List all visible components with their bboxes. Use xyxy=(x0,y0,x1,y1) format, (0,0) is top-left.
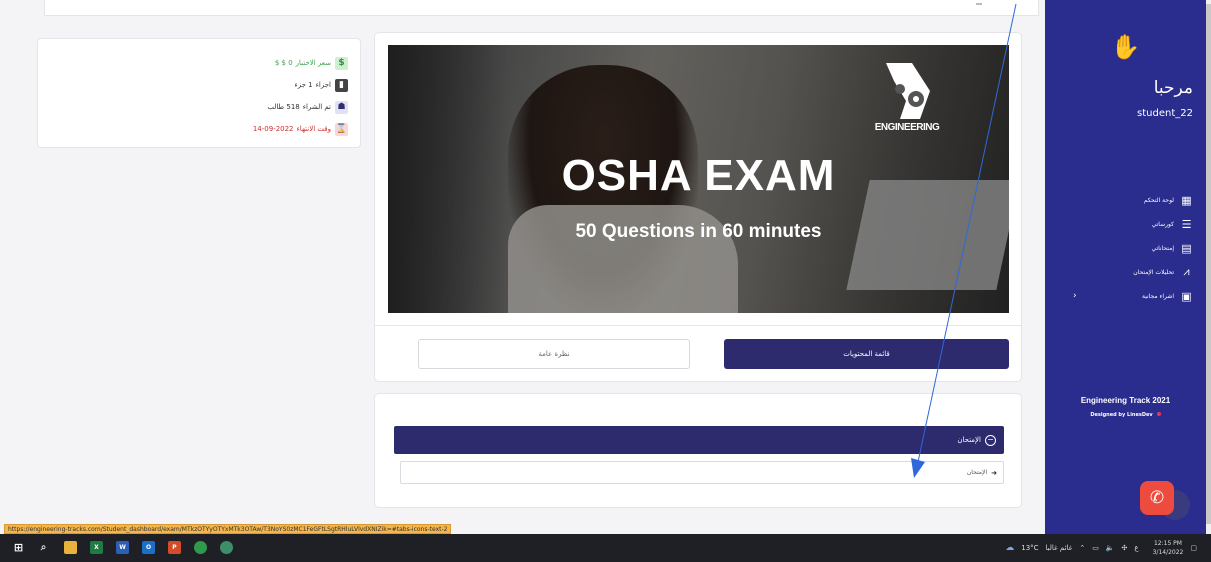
exam-banner: ENGINEERING OSHA EXAM 50 Questions in 60… xyxy=(388,45,1009,313)
powerpoint-icon[interactable]: P xyxy=(168,541,181,554)
exam-media-card: ENGINEERING OSHA EXAM 50 Questions in 60… xyxy=(374,32,1022,382)
tab-contents[interactable]: قائمة المحتويات xyxy=(724,339,1009,369)
clock[interactable]: 12:15 PM 3/14/2022 xyxy=(1146,539,1184,557)
exam-item-link[interactable]: ➜ الإمتحان xyxy=(400,461,1004,484)
buyers-value: 518 طالب xyxy=(267,103,300,111)
price-label: سعر الاختبار xyxy=(295,59,331,67)
sidebar-item-free-purchases[interactable]: ▣ اشراء مجانية ‹ xyxy=(1073,284,1193,308)
exam-accordion-card: − الإمتحان ➜ الإمتحان xyxy=(374,393,1022,508)
collapse-minus-icon[interactable]: − xyxy=(985,434,996,446)
tab-overview[interactable]: نظرة عامة xyxy=(418,339,690,369)
info-end-row: ⌛ وقت الانتهاء 14-09-2022 xyxy=(50,118,348,140)
chevron-up-icon[interactable]: ⌃ xyxy=(1079,544,1085,552)
support-call-button[interactable]: ✆ xyxy=(1140,481,1174,515)
sidebar-item-label: كورساتي xyxy=(1151,220,1174,228)
analytics-chart-icon: ⩘ xyxy=(1183,265,1190,278)
network-icon[interactable]: ▭ xyxy=(1092,544,1099,552)
sidebar-item-label: إمتحاناتي xyxy=(1151,244,1174,252)
exam-section-title: الإمتحان xyxy=(957,436,981,444)
phone-icon: ✆ xyxy=(1149,488,1165,508)
end-label: وقت الانتهاء xyxy=(296,125,331,133)
document-icon: ▮ xyxy=(335,78,348,92)
username-text: student_22 xyxy=(1137,108,1193,119)
footer-title: Engineering Track 2021 xyxy=(1080,396,1171,405)
outlook-icon[interactable]: O xyxy=(142,541,155,554)
chrome-profile-icon[interactable] xyxy=(220,541,233,554)
greeting-text: مرحبا xyxy=(1153,78,1193,98)
buyers-label: تم الشراء xyxy=(302,103,331,111)
chevron-left-icon[interactable]: ‹ xyxy=(1073,291,1077,301)
dashboard-grid-icon: ▦ xyxy=(1181,193,1192,207)
free-items-icon: ▣ xyxy=(1181,289,1192,303)
engineering-logo-icon xyxy=(886,63,930,119)
courses-icon: ☰ xyxy=(1181,217,1192,231)
scrollbar-thumb[interactable] xyxy=(1206,4,1211,524)
top-search-bar[interactable] xyxy=(44,0,1039,16)
info-buyers-row: ☗ تم الشراء 518 طالب xyxy=(50,96,348,118)
banner-subtitle: 50 Questions in 60 minutes xyxy=(575,221,822,242)
brand-name: ENGINEERING xyxy=(874,122,940,133)
app-tray-icon[interactable]: ✣ xyxy=(1122,544,1128,552)
search-icon[interactable]: ⌕ xyxy=(37,541,50,554)
parts-label: اجزاء xyxy=(315,81,331,89)
footer-credit: Designed by LinesDev xyxy=(1045,412,1206,418)
users-icon: ☗ xyxy=(335,100,348,114)
topbar-indicator xyxy=(976,3,982,5)
heart-icon xyxy=(1156,412,1161,416)
arrow-right-icon: ➜ xyxy=(991,468,997,477)
exam-item-title: الإمتحان xyxy=(966,469,988,476)
sidebar-item-dashboard[interactable]: ▦ لوحة التحكم xyxy=(1073,188,1193,212)
end-value: 14-09-2022 xyxy=(252,125,294,133)
clock-date: 3/14/2022 xyxy=(1152,549,1184,556)
system-tray: ☁ 13°C غائم غالبا ⌃ ▭ 🔈 ✣ ع 12:15 PM 3/14… xyxy=(998,534,1197,562)
windows-start-icon[interactable]: ⊞ xyxy=(12,541,25,554)
sidebar-item-label: تحليلات الإمتحان xyxy=(1133,268,1174,276)
exam-document-icon: ▤ xyxy=(1181,241,1192,255)
exam-info-card: $ سعر الاختبار 0 $ $ ▮ اجزاء 1 جزء ☗ تم … xyxy=(37,38,361,148)
price-value: 0 $ $ xyxy=(274,59,293,67)
sidebar-item-label: لوحة التحكم xyxy=(1143,196,1174,204)
sidebar-item-label: اشراء مجانية xyxy=(1141,292,1174,300)
sidebar-nav: ▦ لوحة التحكم ☰ كورساتي ▤ إمتحاناتي ⩘ تح… xyxy=(1073,188,1193,308)
clock-time: 12:15 PM xyxy=(1153,540,1182,547)
sidebar: ✋ مرحبا student_22 ▦ لوحة التحكم ☰ كورسا… xyxy=(1045,0,1206,534)
waving-hand-icon: ✋ xyxy=(1110,33,1141,61)
hourglass-icon: ⌛ xyxy=(335,122,348,136)
weather-cloud-icon[interactable]: ☁ xyxy=(1005,543,1014,553)
parts-value: 1 جزء xyxy=(294,81,313,89)
excel-icon[interactable]: X xyxy=(90,541,103,554)
footer-credit-text: Designed by LinesDev xyxy=(1090,412,1153,418)
input-language[interactable]: ع xyxy=(1134,544,1138,552)
info-price-row: $ سعر الاختبار 0 $ $ xyxy=(50,52,348,74)
info-parts-row: ▮ اجزاء 1 جزء xyxy=(50,74,348,96)
chrome-icon[interactable] xyxy=(194,541,207,554)
weather-desc[interactable]: غائم غالبا xyxy=(1046,544,1073,552)
volume-icon[interactable]: 🔈 xyxy=(1106,544,1115,552)
weather-temp[interactable]: 13°C xyxy=(1021,544,1038,552)
sidebar-item-exams[interactable]: ▤ إمتحاناتي xyxy=(1073,236,1193,260)
tabs-divider xyxy=(375,325,1021,326)
sidebar-item-courses[interactable]: ☰ كورساتي xyxy=(1073,212,1193,236)
windows-taskbar: ⊞ ⌕ X W O P ☁ 13°C غائم غالبا ⌃ ▭ 🔈 ✣ ع … xyxy=(0,534,1211,562)
exam-section-header[interactable]: − الإمتحان xyxy=(394,426,1004,454)
word-icon[interactable]: W xyxy=(116,541,129,554)
file-explorer-icon[interactable] xyxy=(64,541,77,554)
scrollbar[interactable] xyxy=(1206,0,1211,534)
sidebar-item-exam-analytics[interactable]: ⩘ تحليلات الإمتحان xyxy=(1073,260,1193,284)
notification-icon[interactable]: ▢ xyxy=(1190,544,1197,552)
banner-title: OSHA EXAM xyxy=(561,151,836,200)
status-bar-url: https://engineering-tracks.com/Student_d… xyxy=(4,524,452,534)
dollar-icon: $ xyxy=(335,56,348,70)
